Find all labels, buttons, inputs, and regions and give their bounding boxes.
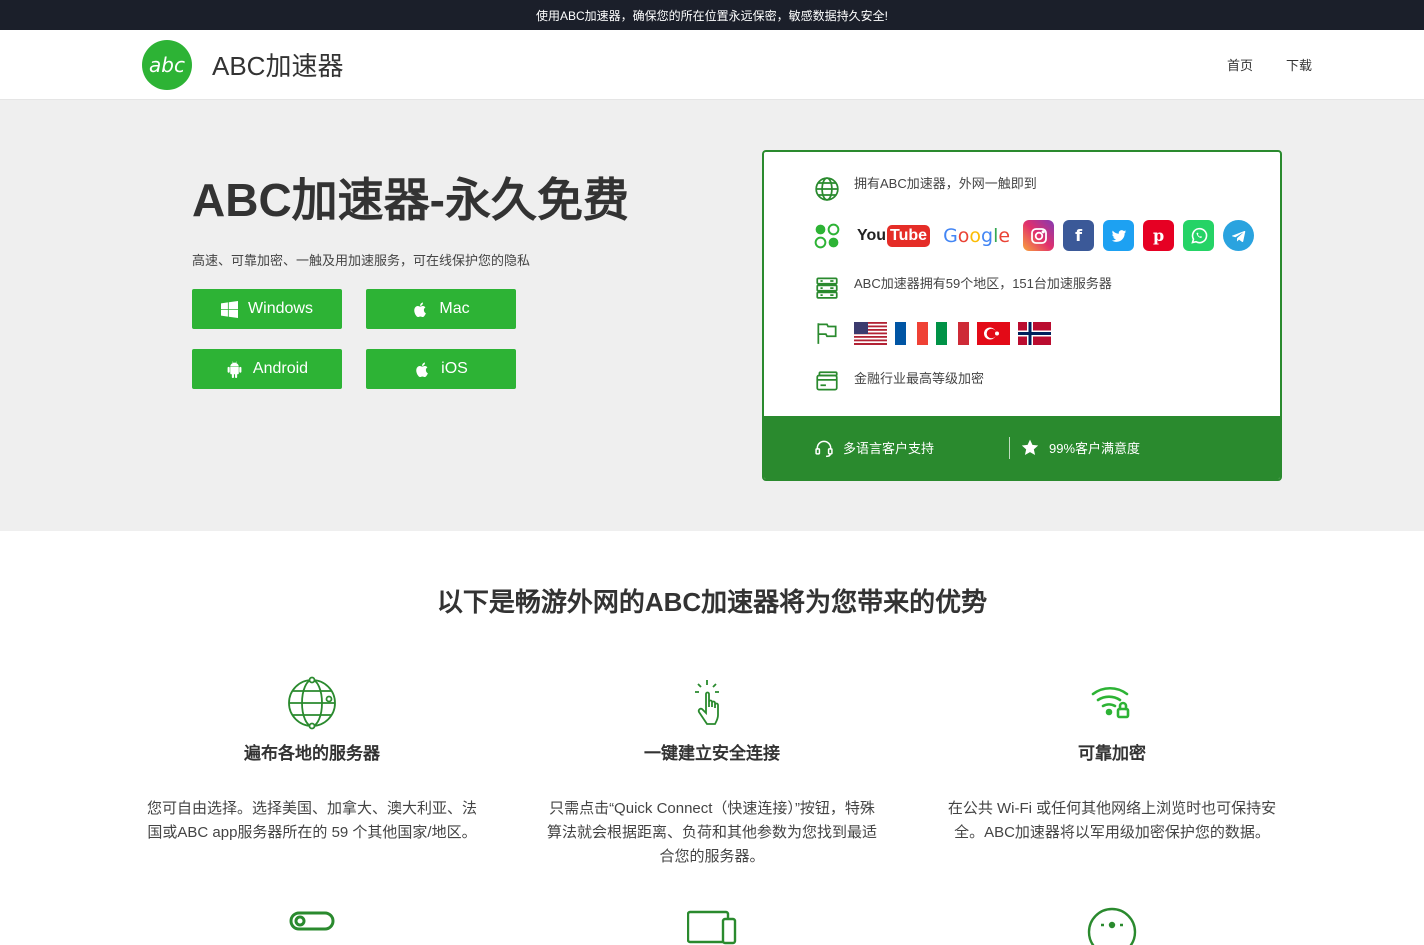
nav-download-link[interactable]: 下载 xyxy=(1286,55,1312,74)
apps-icon xyxy=(814,223,840,248)
server-icon xyxy=(816,277,838,299)
google-logo[interactable]: Google xyxy=(943,225,1010,247)
announcement-text: 使用ABC加速器，确保您的所在位置永远保密，敏感数据持久安全! xyxy=(535,8,888,23)
benefit-servers-text: 您可自由选择。选择美国、加拿大、澳大利亚、法国或ABC app服务器所在的 59… xyxy=(146,800,477,841)
countries-row xyxy=(814,320,1051,346)
fr-flag-icon[interactable] xyxy=(895,321,928,345)
feature-row-encryption: 金融行业最高等级加密 xyxy=(814,369,984,395)
headset-icon xyxy=(815,440,833,457)
site-header: abc ABC加速器 首页 下载 xyxy=(0,30,1424,100)
footer-divider xyxy=(1009,436,1011,459)
benefit-one-click-text: 只需点击“Quick Connect（快速连接）”按钮，特殊算法就会根据距离、负… xyxy=(546,800,877,865)
country-flags xyxy=(854,321,1051,345)
benefit-servers: 遍布各地的服务器 您可自由选择。选择美国、加拿大、澳大利亚、法国或ABC app… xyxy=(142,676,482,845)
speed-icon xyxy=(1087,907,1137,945)
feature-row-access: 拥有ABC加速器，外网一触即到 xyxy=(814,176,1037,202)
no-flag-icon[interactable] xyxy=(1018,321,1051,345)
windows-label: Windows xyxy=(248,300,313,317)
windows-icon xyxy=(221,300,239,318)
satisfaction-item: 99%客户满意度 xyxy=(1020,438,1140,458)
facebook-icon[interactable]: f xyxy=(1063,220,1095,251)
globe-icon xyxy=(815,177,839,201)
globe-icon xyxy=(288,676,336,730)
feature-row-servers: ABC加速器拥有59个地区，151台加速服务器 xyxy=(814,274,1112,300)
benefit-servers-title: 遍布各地的服务器 xyxy=(244,744,380,763)
windows-download-button[interactable]: Windows xyxy=(192,289,342,329)
benefit-encryption-text: 在公共 Wi-Fi 或任何其他网络上浏览时也可保持安全。ABC加速器将以军用级加… xyxy=(947,800,1277,841)
star-icon xyxy=(1021,439,1039,455)
youtube-logo[interactable]: You Tube xyxy=(857,224,931,247)
main-nav: 首页 下载 xyxy=(1227,55,1312,74)
card-lock-icon xyxy=(816,371,838,391)
benefit-encryption: 可靠加密 在公共 Wi-Fi 或任何其他网络上浏览时也可保持安全。ABC加速器将… xyxy=(942,676,1282,845)
feature-servers-text: ABC加速器拥有59个地区，151台加速服务器 xyxy=(854,275,1112,291)
benefit-one-click-title: 一键建立安全连接 xyxy=(644,744,780,763)
ios-download-button[interactable]: iOS xyxy=(366,349,516,389)
whatsapp-icon[interactable] xyxy=(1183,220,1215,251)
benefit-one-click: 一键建立安全连接 只需点击“Quick Connect（快速连接）”按钮，特殊算… xyxy=(542,676,882,869)
support-label: 多语言客户支持 xyxy=(843,441,935,456)
android-label: Android xyxy=(252,360,309,377)
benefits-title: 以下是畅游外网的ABC加速器将为您带来的优势 xyxy=(436,587,988,617)
youtube-you: You xyxy=(857,226,887,244)
android-download-button[interactable]: Android xyxy=(192,349,342,389)
logo[interactable]: abc xyxy=(142,39,192,90)
youtube-tube: Tube xyxy=(887,224,931,247)
nav-home-link[interactable]: 首页 xyxy=(1227,55,1253,74)
feature-card: 拥有ABC加速器，外网一触即到 You Tube Google f p ABC加速… xyxy=(762,150,1282,481)
mac-label: Mac xyxy=(439,300,470,317)
mac-download-button[interactable]: Mac xyxy=(366,289,516,329)
card-footer: 多语言客户支持 99%客户满意度 xyxy=(764,416,1280,479)
feature-access-text: 拥有ABC加速器，外网一触即到 xyxy=(854,175,1037,191)
flag-icon xyxy=(817,323,837,344)
hero-section: ABC加速器-永久免费 高速、可靠加密、一触及用加速服务，可在线保护您的隐私 W… xyxy=(0,100,1424,531)
ios-label: iOS xyxy=(441,360,468,377)
pinterest-icon[interactable]: p xyxy=(1143,220,1175,251)
it-flag-icon[interactable] xyxy=(936,321,969,345)
announcement-bar: 使用ABC加速器，确保您的所在位置永远保密，敏感数据持久安全! xyxy=(0,0,1424,30)
telegram-icon[interactable] xyxy=(1223,220,1255,251)
wifi-lock-icon xyxy=(1091,687,1130,719)
hero-subtitle: 高速、可靠加密、一触及用加速服务，可在线保护您的隐私 xyxy=(192,253,531,268)
brand-name[interactable]: ABC加速器 xyxy=(212,46,343,83)
apple-icon xyxy=(416,361,428,377)
social-apps-row: You Tube Google f p xyxy=(814,220,1255,251)
us-flag-icon[interactable] xyxy=(854,321,887,345)
support-item: 多语言客户支持 xyxy=(814,438,934,458)
feature-encryption-text: 金融行业最高等级加密 xyxy=(854,370,985,386)
instagram-icon[interactable] xyxy=(1023,220,1055,251)
apple-icon xyxy=(414,301,427,317)
tr-flag-icon[interactable] xyxy=(977,321,1010,345)
devices-icon xyxy=(687,910,737,945)
hero-title: ABC加速器-永久免费 xyxy=(192,174,629,226)
twitter-icon[interactable] xyxy=(1103,220,1135,251)
satisfaction-label: 99%客户满意度 xyxy=(1049,441,1141,456)
android-icon xyxy=(227,361,242,378)
toggle-icon xyxy=(289,911,335,931)
logo-text: abc xyxy=(149,52,185,77)
tap-icon xyxy=(695,680,719,725)
brand[interactable]: abc ABC加速器 xyxy=(142,39,343,90)
benefit-encryption-title: 可靠加密 xyxy=(1078,744,1146,763)
